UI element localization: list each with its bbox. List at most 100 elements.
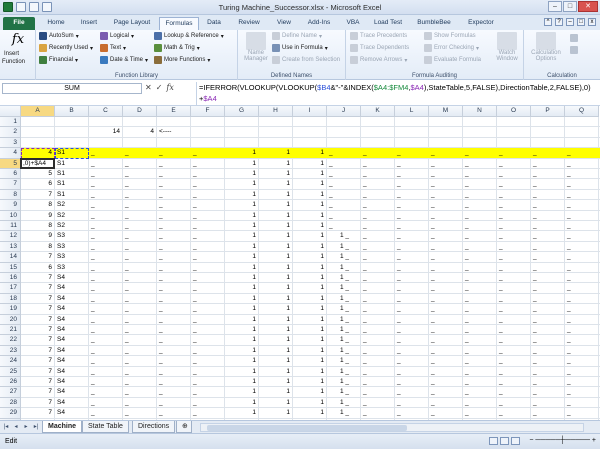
text-button[interactable]: Text ▾ (100, 44, 126, 52)
column-header-j[interactable]: J (327, 106, 361, 117)
cell-b8[interactable]: S1 (57, 191, 65, 199)
cell-filler[interactable]: _ (397, 388, 401, 396)
cell-filler[interactable]: _ (363, 191, 367, 199)
cell-filler[interactable]: _ (499, 326, 503, 334)
cell-filler[interactable]: _ (465, 201, 469, 209)
cell-e26[interactable]: _ (159, 378, 163, 386)
row-header[interactable]: 6 (0, 169, 21, 180)
cell-filler[interactable]: _ (431, 336, 435, 344)
cell-c15[interactable]: _ (91, 264, 95, 272)
cell-filler[interactable]: _ (533, 212, 537, 220)
cell-filler[interactable]: _ (533, 284, 537, 292)
cell-filler[interactable]: _ (363, 222, 367, 230)
cell-h23[interactable]: 1 (259, 347, 290, 355)
cell-filler[interactable]: _ (499, 264, 503, 272)
cell-filler[interactable]: _ (397, 180, 401, 188)
cell-filler[interactable]: _ (397, 368, 401, 376)
cell-filler[interactable]: _ (363, 160, 367, 168)
cell-filler[interactable]: _ (533, 347, 537, 355)
cell-g26[interactable]: 1 (225, 378, 256, 386)
cell-filler[interactable]: _ (567, 357, 571, 365)
cell-filler[interactable]: _ (431, 305, 435, 313)
cell-j18[interactable]: 1 _ (340, 295, 349, 303)
cell-d26[interactable]: _ (125, 378, 129, 386)
cell-filler[interactable]: _ (533, 388, 537, 396)
cell-filler[interactable]: _ (533, 399, 537, 407)
cell-filler[interactable]: _ (465, 368, 469, 376)
cell-filler[interactable]: _ (363, 149, 367, 157)
cell-g25[interactable]: 1 (225, 368, 256, 376)
cell-f19[interactable]: _ (193, 305, 197, 313)
use-in-formula-button[interactable]: Use in Formula ▾ (272, 44, 328, 52)
cell-f4[interactable]: _ (193, 149, 197, 157)
cell-b22[interactable]: S4 (57, 336, 65, 344)
cell-i14[interactable]: 1 (293, 253, 324, 261)
cell-filler[interactable]: _ (567, 191, 571, 199)
cell-filler[interactable]: _ (533, 368, 537, 376)
cell-e28[interactable]: _ (159, 399, 163, 407)
fx-icon[interactable]: fx (6, 32, 30, 47)
cell-f28[interactable]: _ (193, 399, 197, 407)
cell-filler[interactable]: _ (431, 264, 435, 272)
cell-c23[interactable]: _ (91, 347, 95, 355)
cell-filler[interactable]: _ (499, 295, 503, 303)
cell-filler[interactable]: _ (567, 170, 571, 178)
insert-function-label[interactable]: Insert (4, 51, 19, 57)
column-header-o[interactable]: O (497, 106, 531, 117)
cell-filler[interactable]: _ (567, 253, 571, 261)
cell-filler[interactable]: _ (499, 149, 503, 157)
cell-filler[interactable]: _ (533, 243, 537, 251)
cell-i9[interactable]: 1 (293, 201, 324, 209)
cell-j9[interactable]: _ (329, 201, 333, 209)
cell-filler[interactable]: _ (397, 201, 401, 209)
cell-filler[interactable]: _ (397, 212, 401, 220)
cell-f27[interactable]: _ (193, 388, 197, 396)
cell-filler[interactable]: _ (499, 191, 503, 199)
cell-e9[interactable]: _ (159, 201, 163, 209)
cell-filler[interactable]: _ (499, 160, 503, 168)
cell-filler[interactable]: _ (465, 180, 469, 188)
cell-filler[interactable]: _ (567, 232, 571, 240)
cell-filler[interactable]: _ (431, 368, 435, 376)
cell-g4[interactable]: 1 (225, 149, 256, 157)
logical-button[interactable]: Logical ▾ (100, 32, 134, 40)
cell-e13[interactable]: _ (159, 243, 163, 251)
formula-input[interactable]: =IFERROR(VLOOKUP(VLOOKUP($B4&"-"&INDEX($… (196, 82, 592, 105)
cell-g8[interactable]: 1 (225, 191, 256, 199)
cell-e19[interactable]: _ (159, 305, 163, 313)
cell-b18[interactable]: S4 (57, 295, 65, 303)
cell-filler[interactable]: _ (567, 388, 571, 396)
cell-h28[interactable]: 1 (259, 399, 290, 407)
cell-filler[interactable]: _ (397, 326, 401, 334)
cell-f15[interactable]: _ (193, 264, 197, 272)
cell-g28[interactable]: 1 (225, 399, 256, 407)
cell-filler[interactable]: _ (431, 170, 435, 178)
cell-filler[interactable]: _ (465, 336, 469, 344)
cell-filler[interactable]: _ (499, 378, 503, 386)
cell-i17[interactable]: 1 (293, 284, 324, 292)
row-header[interactable]: 19 (0, 304, 21, 315)
row-header[interactable]: 10 (0, 210, 21, 221)
cell-filler[interactable]: _ (533, 326, 537, 334)
tab-vba[interactable]: VBA (342, 17, 364, 30)
cell-a15[interactable]: 6 (21, 264, 52, 272)
cell-d22[interactable]: _ (125, 336, 129, 344)
cell-a22[interactable]: 7 (21, 336, 52, 344)
cell-h11[interactable]: 1 (259, 222, 290, 230)
cell-j27[interactable]: 1 _ (340, 388, 349, 396)
cell-filler[interactable]: _ (465, 326, 469, 334)
cell-filler[interactable]: _ (499, 399, 503, 407)
cell-filler[interactable]: _ (465, 357, 469, 365)
cell-filler[interactable]: _ (397, 191, 401, 199)
cell-filler[interactable]: _ (499, 388, 503, 396)
cell-j21[interactable]: 1 _ (340, 326, 349, 334)
cell-filler[interactable]: _ (431, 316, 435, 324)
cell-g16[interactable]: 1 (225, 274, 256, 282)
cell-filler[interactable]: _ (499, 212, 503, 220)
cell-a23[interactable]: 7 (21, 347, 52, 355)
cell-filler[interactable]: _ (533, 305, 537, 313)
cell-j5[interactable]: _ (329, 160, 333, 168)
cell-e12[interactable]: _ (159, 232, 163, 240)
cell-filler[interactable]: _ (465, 274, 469, 282)
error-checking-button[interactable]: Error Checking ▾ (424, 44, 479, 52)
